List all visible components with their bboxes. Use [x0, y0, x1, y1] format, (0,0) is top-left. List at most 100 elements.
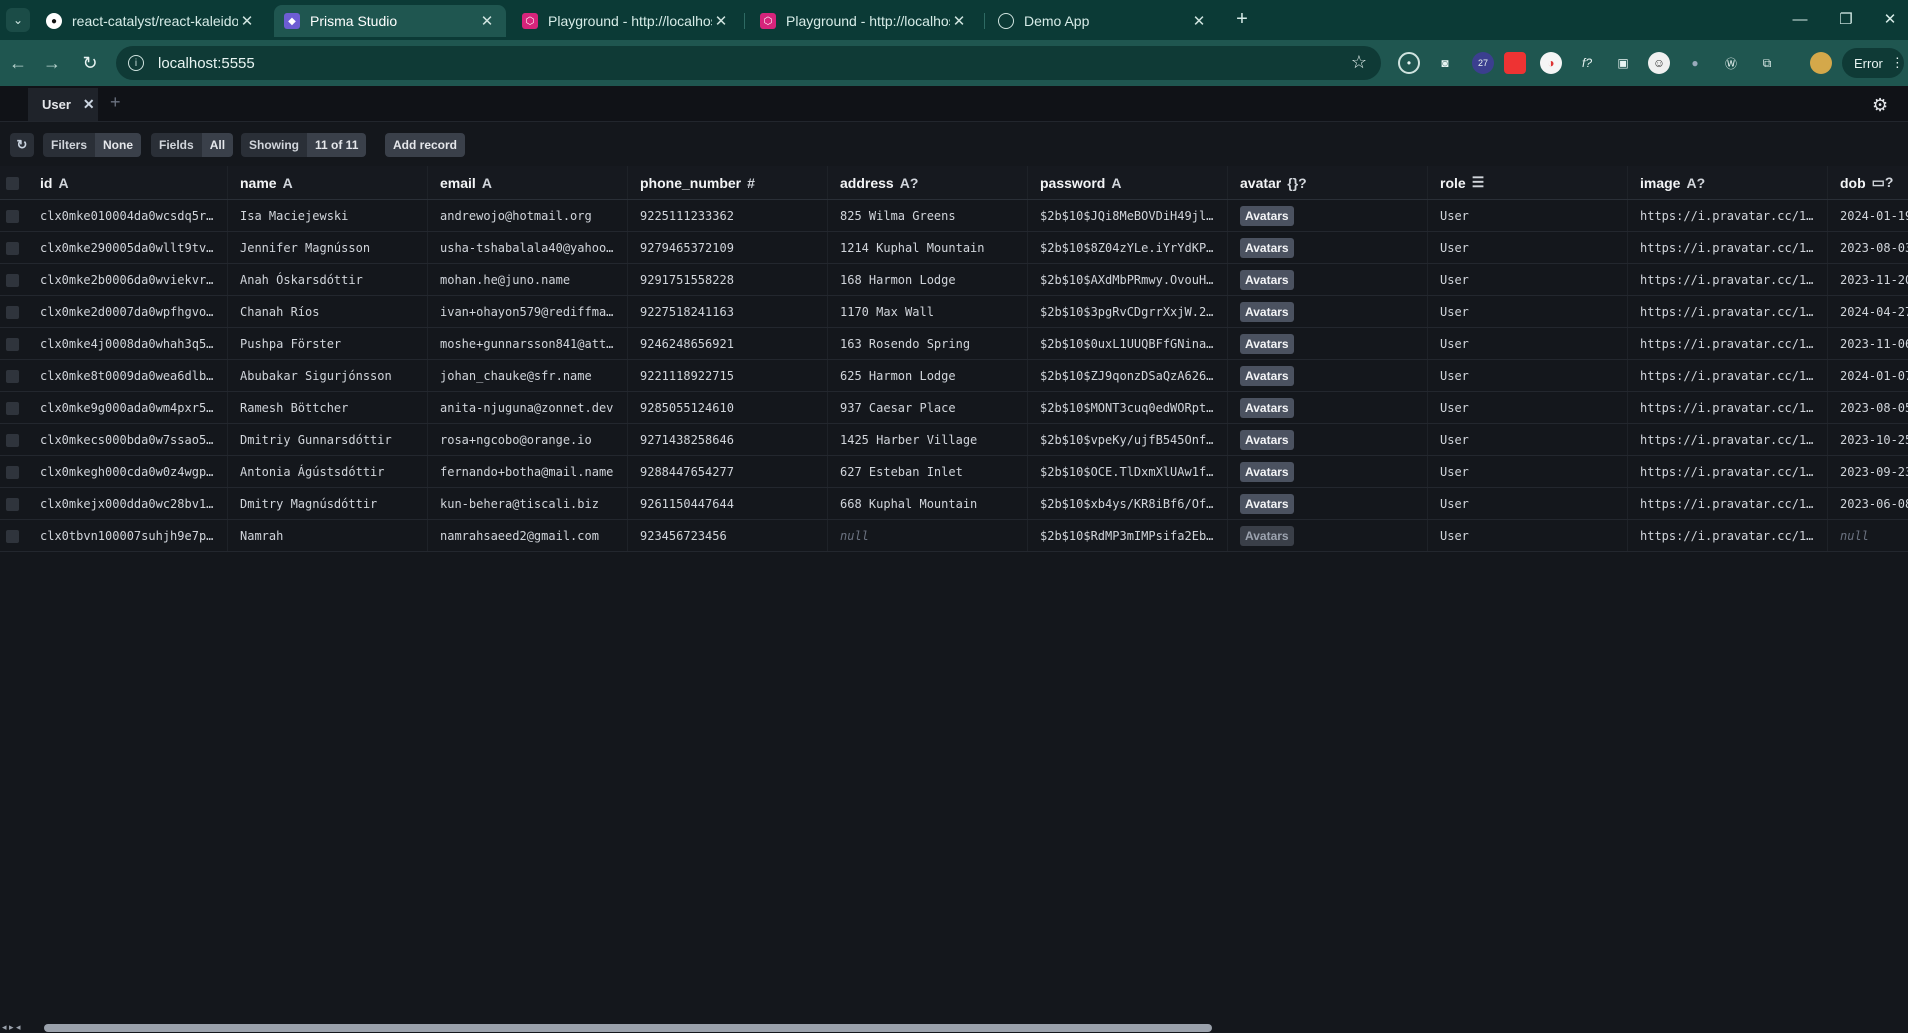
- column-header-password[interactable]: password A: [1028, 166, 1228, 199]
- cell-phone-number[interactable]: 9261150447644: [628, 488, 828, 519]
- extension-badge-icon[interactable]: 27: [1472, 52, 1494, 74]
- close-icon[interactable]: ✕: [238, 12, 256, 30]
- cell-role[interactable]: User: [1428, 488, 1628, 519]
- forward-arrow-icon[interactable]: →: [40, 51, 64, 75]
- cell-email[interactable]: kun-behera@tiscali.biz: [428, 488, 628, 519]
- table-row[interactable]: clx0mkegh000cda0w0z4wgp… Antonia Ágústsdó…: [0, 456, 1908, 488]
- cell-id[interactable]: clx0mkegh000cda0w0z4wgp…: [28, 456, 228, 487]
- cell-id[interactable]: clx0mke8t0009da0wea6dlb…: [28, 360, 228, 391]
- cell-image[interactable]: https://i.pravatar.cc/1…: [1628, 520, 1828, 551]
- column-header-dob[interactable]: dob ▭?: [1828, 166, 1908, 199]
- cell-image[interactable]: https://i.pravatar.cc/1…: [1628, 360, 1828, 391]
- function-icon[interactable]: f?: [1576, 52, 1598, 74]
- cell-email[interactable]: namrahsaeed2@gmail.com: [428, 520, 628, 551]
- cell-name[interactable]: Chanah Ríos: [228, 296, 428, 327]
- row-checkbox[interactable]: [6, 306, 19, 319]
- cell-id[interactable]: clx0mkejx000dda0wc28bv1…: [28, 488, 228, 519]
- cell-image[interactable]: https://i.pravatar.cc/1…: [1628, 232, 1828, 263]
- extension-red-icon[interactable]: [1504, 52, 1526, 74]
- cell-name[interactable]: Pushpa Förster: [228, 328, 428, 359]
- profile-avatar[interactable]: [1810, 52, 1832, 74]
- cell-address[interactable]: 825 Wilma Greens: [828, 200, 1028, 231]
- cell-phone-number[interactable]: 923456723456: [628, 520, 828, 551]
- cell-dob[interactable]: 2023-10-25: [1828, 424, 1908, 455]
- cell-name[interactable]: Jennifer Magnússon: [228, 232, 428, 263]
- cell-email[interactable]: andrewojo@hotmail.org: [428, 200, 628, 231]
- table-row[interactable]: clx0mke290005da0wllt9tv… Jennifer Magnúss…: [0, 232, 1908, 264]
- cell-phone-number[interactable]: 9288447654277: [628, 456, 828, 487]
- extension-drop-icon[interactable]: ●: [1684, 52, 1706, 74]
- table-row[interactable]: clx0tbvn100007suhjh9e7p… Namrah namrahsaee…: [0, 520, 1908, 552]
- browser-tab-prisma-studio[interactable]: ◆ Prisma Studio ✕: [274, 5, 506, 37]
- cell-image[interactable]: https://i.pravatar.cc/1…: [1628, 392, 1828, 423]
- cell-avatar[interactable]: Avatars: [1228, 360, 1428, 391]
- cell-address[interactable]: 1425 Harber Village: [828, 424, 1028, 455]
- cell-name[interactable]: Anah Óskarsdóttir: [228, 264, 428, 295]
- tab-user-model[interactable]: User ✕: [28, 88, 98, 121]
- cell-role[interactable]: User: [1428, 424, 1628, 455]
- select-all-checkbox[interactable]: [6, 177, 19, 190]
- cell-image[interactable]: https://i.pravatar.cc/1…: [1628, 296, 1828, 327]
- table-row[interactable]: clx0mke010004da0wcsdq5r… Isa Maciejewski a…: [0, 200, 1908, 232]
- url-text[interactable]: localhost:5555: [158, 55, 255, 72]
- cell-role[interactable]: User: [1428, 296, 1628, 327]
- cell-avatar[interactable]: Avatars: [1228, 296, 1428, 327]
- close-icon[interactable]: ✕: [950, 12, 968, 30]
- table-row[interactable]: clx0mke4j0008da0whah3q5… Pushpa Förster mo…: [0, 328, 1908, 360]
- scroll-arrows-icon[interactable]: ◂ ▸ ◂: [2, 1022, 21, 1033]
- add-tab-plus-icon[interactable]: +: [110, 92, 121, 113]
- cell-phone-number[interactable]: 9285055124610: [628, 392, 828, 423]
- browser-tab-playground-1[interactable]: ⬡ Playground - http://localhost:50 ✕: [512, 5, 740, 37]
- column-header-name[interactable]: name A: [228, 166, 428, 199]
- cell-phone-number[interactable]: 9221118922715: [628, 360, 828, 391]
- cell-role[interactable]: User: [1428, 328, 1628, 359]
- refresh-button[interactable]: ↻: [10, 133, 34, 157]
- column-header-email[interactable]: email A: [428, 166, 628, 199]
- cell-password[interactable]: $2b$10$3pgRvCDgrrXxjW.2…: [1028, 296, 1228, 327]
- cell-id[interactable]: clx0mke4j0008da0whah3q5…: [28, 328, 228, 359]
- close-icon[interactable]: ✕: [712, 12, 730, 30]
- add-record-button[interactable]: Add record: [385, 133, 466, 157]
- address-bar[interactable]: i localhost:5555 ☆: [116, 46, 1381, 80]
- kebab-menu-icon[interactable]: ⋮: [1891, 55, 1904, 71]
- cell-id[interactable]: clx0tbvn100007suhjh9e7p…: [28, 520, 228, 551]
- column-header-phone-number[interactable]: phone_number #: [628, 166, 828, 199]
- browser-tab-github[interactable]: ● react-catalyst/react-kaleidoscop ✕: [36, 5, 266, 37]
- cell-password[interactable]: $2b$10$JQi8MeBOVDiH49jl…: [1028, 200, 1228, 231]
- cell-name[interactable]: Antonia Ágústsdóttir: [228, 456, 428, 487]
- cell-password[interactable]: $2b$10$RdMP3mIMPsifa2Eb…: [1028, 520, 1228, 551]
- cell-address[interactable]: 163 Rosendo Spring: [828, 328, 1028, 359]
- cell-id[interactable]: clx0mkecs000bda0w7ssao5…: [28, 424, 228, 455]
- row-checkbox[interactable]: [6, 274, 19, 287]
- cell-role[interactable]: User: [1428, 392, 1628, 423]
- restore-icon[interactable]: ❐: [1834, 8, 1858, 32]
- cell-email[interactable]: usha-tshabalala40@yahoo…: [428, 232, 628, 263]
- cell-email[interactable]: rosa+ngcobo@orange.io: [428, 424, 628, 455]
- cell-dob[interactable]: 2023-06-08: [1828, 488, 1908, 519]
- cell-name[interactable]: Ramesh Böttcher: [228, 392, 428, 423]
- row-checkbox[interactable]: [6, 338, 19, 351]
- extensions-puzzle-icon[interactable]: ⧉: [1756, 52, 1778, 74]
- cell-password[interactable]: $2b$10$vpeKy/ujfB545Onf…: [1028, 424, 1228, 455]
- cell-dob[interactable]: 2023-11-20: [1828, 264, 1908, 295]
- cell-avatar[interactable]: Avatars: [1228, 520, 1428, 551]
- cell-dob[interactable]: 2023-08-05: [1828, 392, 1908, 423]
- row-checkbox[interactable]: [6, 210, 19, 223]
- cell-id[interactable]: clx0mke9g000ada0wm4pxr5…: [28, 392, 228, 423]
- error-profile-button[interactable]: Error ⋮: [1842, 48, 1904, 78]
- cell-id[interactable]: clx0mke290005da0wllt9tv…: [28, 232, 228, 263]
- cell-role[interactable]: User: [1428, 456, 1628, 487]
- cell-dob[interactable]: 2023-09-23: [1828, 456, 1908, 487]
- cell-role[interactable]: User: [1428, 360, 1628, 391]
- cell-password[interactable]: $2b$10$AXdMbPRmwy.OvouH…: [1028, 264, 1228, 295]
- cell-address[interactable]: 625 Harmon Lodge: [828, 360, 1028, 391]
- cell-address[interactable]: 1170 Max Wall: [828, 296, 1028, 327]
- cell-name[interactable]: Dmitry Magnúsdóttir: [228, 488, 428, 519]
- cell-phone-number[interactable]: 9246248656921: [628, 328, 828, 359]
- cell-email[interactable]: fernando+botha@mail.name: [428, 456, 628, 487]
- browser-tab-playground-2[interactable]: ⬡ Playground - http://localhost:50 ✕: [750, 5, 978, 37]
- cell-password[interactable]: $2b$10$xb4ys/KR8iBf6/Of…: [1028, 488, 1228, 519]
- extension-target-icon[interactable]: •: [1398, 52, 1420, 74]
- cell-password[interactable]: $2b$10$MONT3cuq0edWORpt…: [1028, 392, 1228, 423]
- close-icon[interactable]: ✕: [83, 96, 95, 113]
